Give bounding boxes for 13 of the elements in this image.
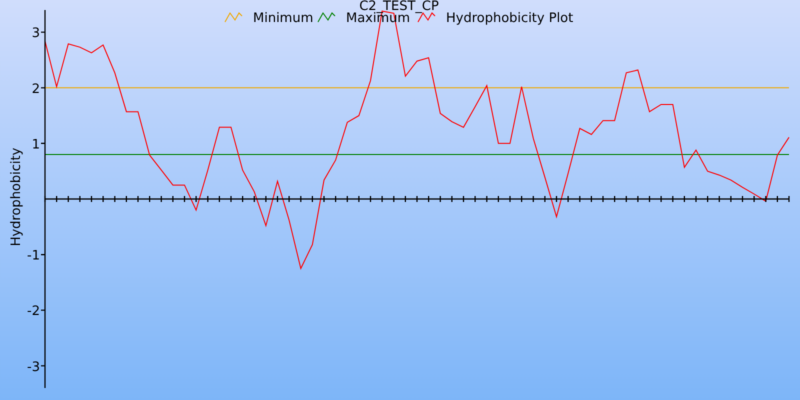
y-tick-label: 3 — [32, 26, 40, 42]
y-tick-label: -3 — [27, 360, 40, 375]
legend-line-icon — [418, 12, 436, 22]
y-tick-label: 2 — [32, 82, 40, 97]
y-axis-title: Hydrophobicity — [9, 148, 24, 246]
legend-line-icon — [224, 12, 242, 22]
y-tick-label: -1 — [27, 248, 40, 264]
y-tick-label: 1 — [32, 137, 40, 152]
chart-title: C2_TEST_CP — [359, 0, 439, 14]
legend-label: Hydrophobicity Plot — [446, 11, 574, 26]
y-tick-label: -2 — [27, 304, 40, 320]
legend-line-icon — [318, 12, 336, 22]
legend-label: Minimum — [253, 11, 314, 26]
